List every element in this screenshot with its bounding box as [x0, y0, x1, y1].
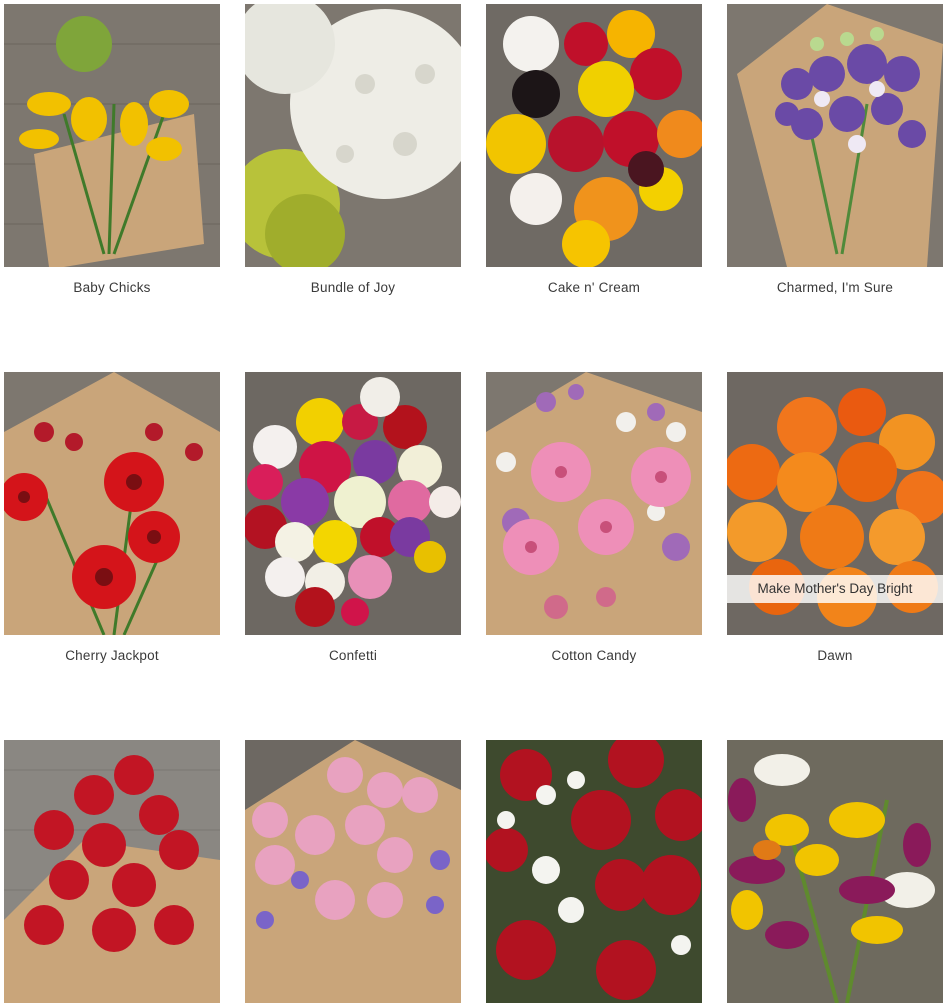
bouquet-yellow-calla-illustration	[4, 4, 220, 267]
product-card[interactable]	[4, 740, 220, 1003]
product-card[interactable]: Confetti	[245, 372, 461, 663]
product-card[interactable]: Charmed, I'm Sure	[727, 4, 943, 295]
product-card[interactable]	[245, 740, 461, 1003]
product-image[interactable]	[4, 740, 220, 1003]
bouquet-calla-lily-illustration	[727, 740, 943, 1003]
product-name[interactable]: Bundle of Joy	[245, 280, 461, 295]
product-image[interactable]	[727, 740, 943, 1003]
bouquet-pink-roses-illustration	[245, 740, 461, 1003]
bouquet-white-hydrangea-illustration	[245, 4, 461, 267]
product-image[interactable]	[245, 4, 461, 267]
product-card[interactable]: Cake n' Cream	[486, 4, 702, 295]
product-card[interactable]: Baby Chicks	[4, 4, 220, 295]
bouquet-red-white-roses-illustration	[486, 740, 702, 1003]
product-image[interactable]	[486, 740, 702, 1003]
product-image[interactable]	[486, 372, 702, 635]
product-image[interactable]	[245, 740, 461, 1003]
product-image[interactable]	[245, 372, 461, 635]
product-name[interactable]: Cotton Candy	[486, 648, 702, 663]
product-image[interactable]	[4, 4, 220, 267]
bouquet-red-gerbera-illustration	[4, 372, 220, 635]
product-image[interactable]	[486, 4, 702, 267]
product-name[interactable]: Confetti	[245, 648, 461, 663]
product-card[interactable]: Make Mother's Day Bright Dawn	[727, 372, 943, 663]
hover-promo-label[interactable]: Make Mother's Day Bright	[727, 575, 943, 603]
product-card[interactable]	[486, 740, 702, 1003]
bouquet-pink-gerbera-illustration	[486, 372, 702, 635]
bouquet-lisianthus-illustration	[727, 4, 943, 267]
product-card[interactable]	[727, 740, 943, 1003]
bouquet-mixed-roses-illustration	[245, 372, 461, 635]
product-card[interactable]: Cotton Candy	[486, 372, 702, 663]
product-name[interactable]: Cake n' Cream	[486, 280, 702, 295]
product-name[interactable]: Charmed, I'm Sure	[727, 280, 943, 295]
product-image[interactable]	[4, 372, 220, 635]
product-name[interactable]: Cherry Jackpot	[4, 648, 220, 663]
product-card[interactable]: Bundle of Joy	[245, 4, 461, 295]
product-name[interactable]: Baby Chicks	[4, 280, 220, 295]
product-card[interactable]: Cherry Jackpot	[4, 372, 220, 663]
bouquet-ranunculus-illustration	[486, 4, 702, 267]
product-image[interactable]: Make Mother's Day Bright	[727, 372, 943, 635]
bouquet-red-roses-illustration	[4, 740, 220, 1003]
product-image[interactable]	[727, 4, 943, 267]
product-name[interactable]: Dawn	[727, 648, 943, 663]
